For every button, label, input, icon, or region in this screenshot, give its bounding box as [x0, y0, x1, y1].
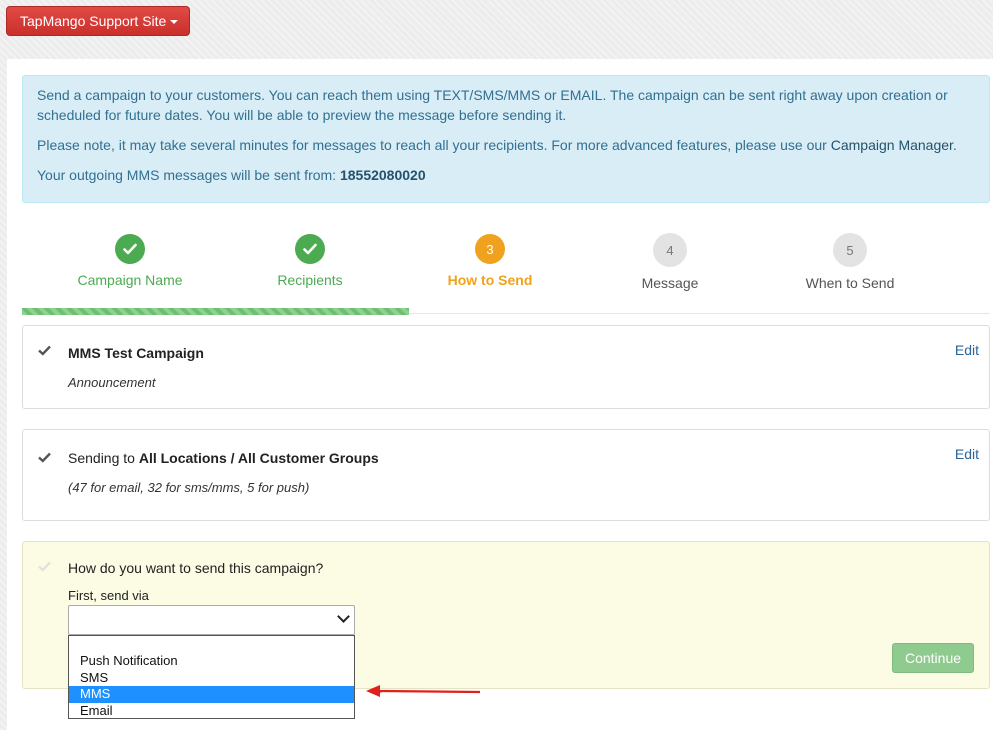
step-label: Recipients [277, 272, 343, 288]
step-number: 5 [833, 233, 867, 267]
step-label: How to Send [447, 272, 533, 288]
check-icon [38, 559, 51, 576]
recipients-card: Sending to All Locations / All Customer … [22, 429, 990, 521]
option-email[interactable]: Email [69, 703, 354, 720]
campaign-type: Announcement [68, 375, 156, 390]
recipients-counts: (47 for email, 32 for sms/mms, 5 for pus… [68, 480, 310, 495]
send-question: How do you want to send this campaign? [68, 560, 324, 576]
support-site-label: TapMango Support Site [20, 13, 167, 29]
wizard-steps: Campaign Name Recipients 3 How to Send 4… [22, 213, 990, 314]
option-mms[interactable]: MMS [69, 686, 354, 703]
send-via-options-list: Push Notification SMS MMS Email [68, 635, 355, 719]
recipients-target: All Locations / All Customer Groups [138, 450, 379, 466]
info-intro: Send a campaign to your customers. You c… [37, 87, 948, 123]
support-site-dropdown-button[interactable]: TapMango Support Site [6, 6, 190, 36]
edit-campaign-link[interactable]: Edit [955, 342, 979, 358]
step-when-to-send[interactable]: 5 When to Send [760, 213, 940, 291]
step-campaign-name[interactable]: Campaign Name [40, 213, 220, 288]
step-how-to-send[interactable]: 3 How to Send [400, 213, 580, 288]
campaign-manager-link[interactable]: Campaign Manager [831, 137, 953, 153]
campaign-name-card: MMS Test Campaign Announcement Edit [22, 325, 990, 409]
info-alert: Send a campaign to your customers. You c… [22, 75, 990, 203]
info-note: Please note, it may take several minutes… [37, 137, 957, 153]
step-message[interactable]: 4 Message [580, 213, 760, 291]
send-via-label: First, send via [68, 588, 149, 603]
check-icon [38, 450, 51, 467]
red-arrow-icon [366, 685, 481, 697]
check-icon [115, 234, 145, 264]
edit-recipients-link[interactable]: Edit [955, 446, 979, 462]
wizard-progress-bar [22, 308, 410, 315]
campaign-title: MMS Test Campaign [68, 345, 204, 361]
send-via-select[interactable] [68, 605, 355, 635]
recipients-summary: Sending to All Locations / All Customer … [68, 450, 379, 466]
step-recipients[interactable]: Recipients [220, 213, 400, 288]
step-label: Message [641, 275, 699, 291]
info-sender: Your outgoing MMS messages will be sent … [37, 167, 426, 183]
option-push-notification[interactable]: Push Notification [69, 653, 354, 670]
sender-number: 18552080020 [339, 167, 426, 183]
option-sms[interactable]: SMS [69, 670, 354, 687]
step-label: When to Send [805, 275, 895, 291]
step-number: 3 [475, 234, 505, 264]
caret-down-icon [170, 20, 179, 25]
check-icon [38, 343, 51, 360]
step-number: 4 [653, 233, 687, 267]
step-label: Campaign Name [77, 272, 183, 288]
chevron-down-icon [337, 610, 350, 623]
check-icon [295, 234, 325, 264]
continue-button[interactable]: Continue [892, 643, 974, 673]
